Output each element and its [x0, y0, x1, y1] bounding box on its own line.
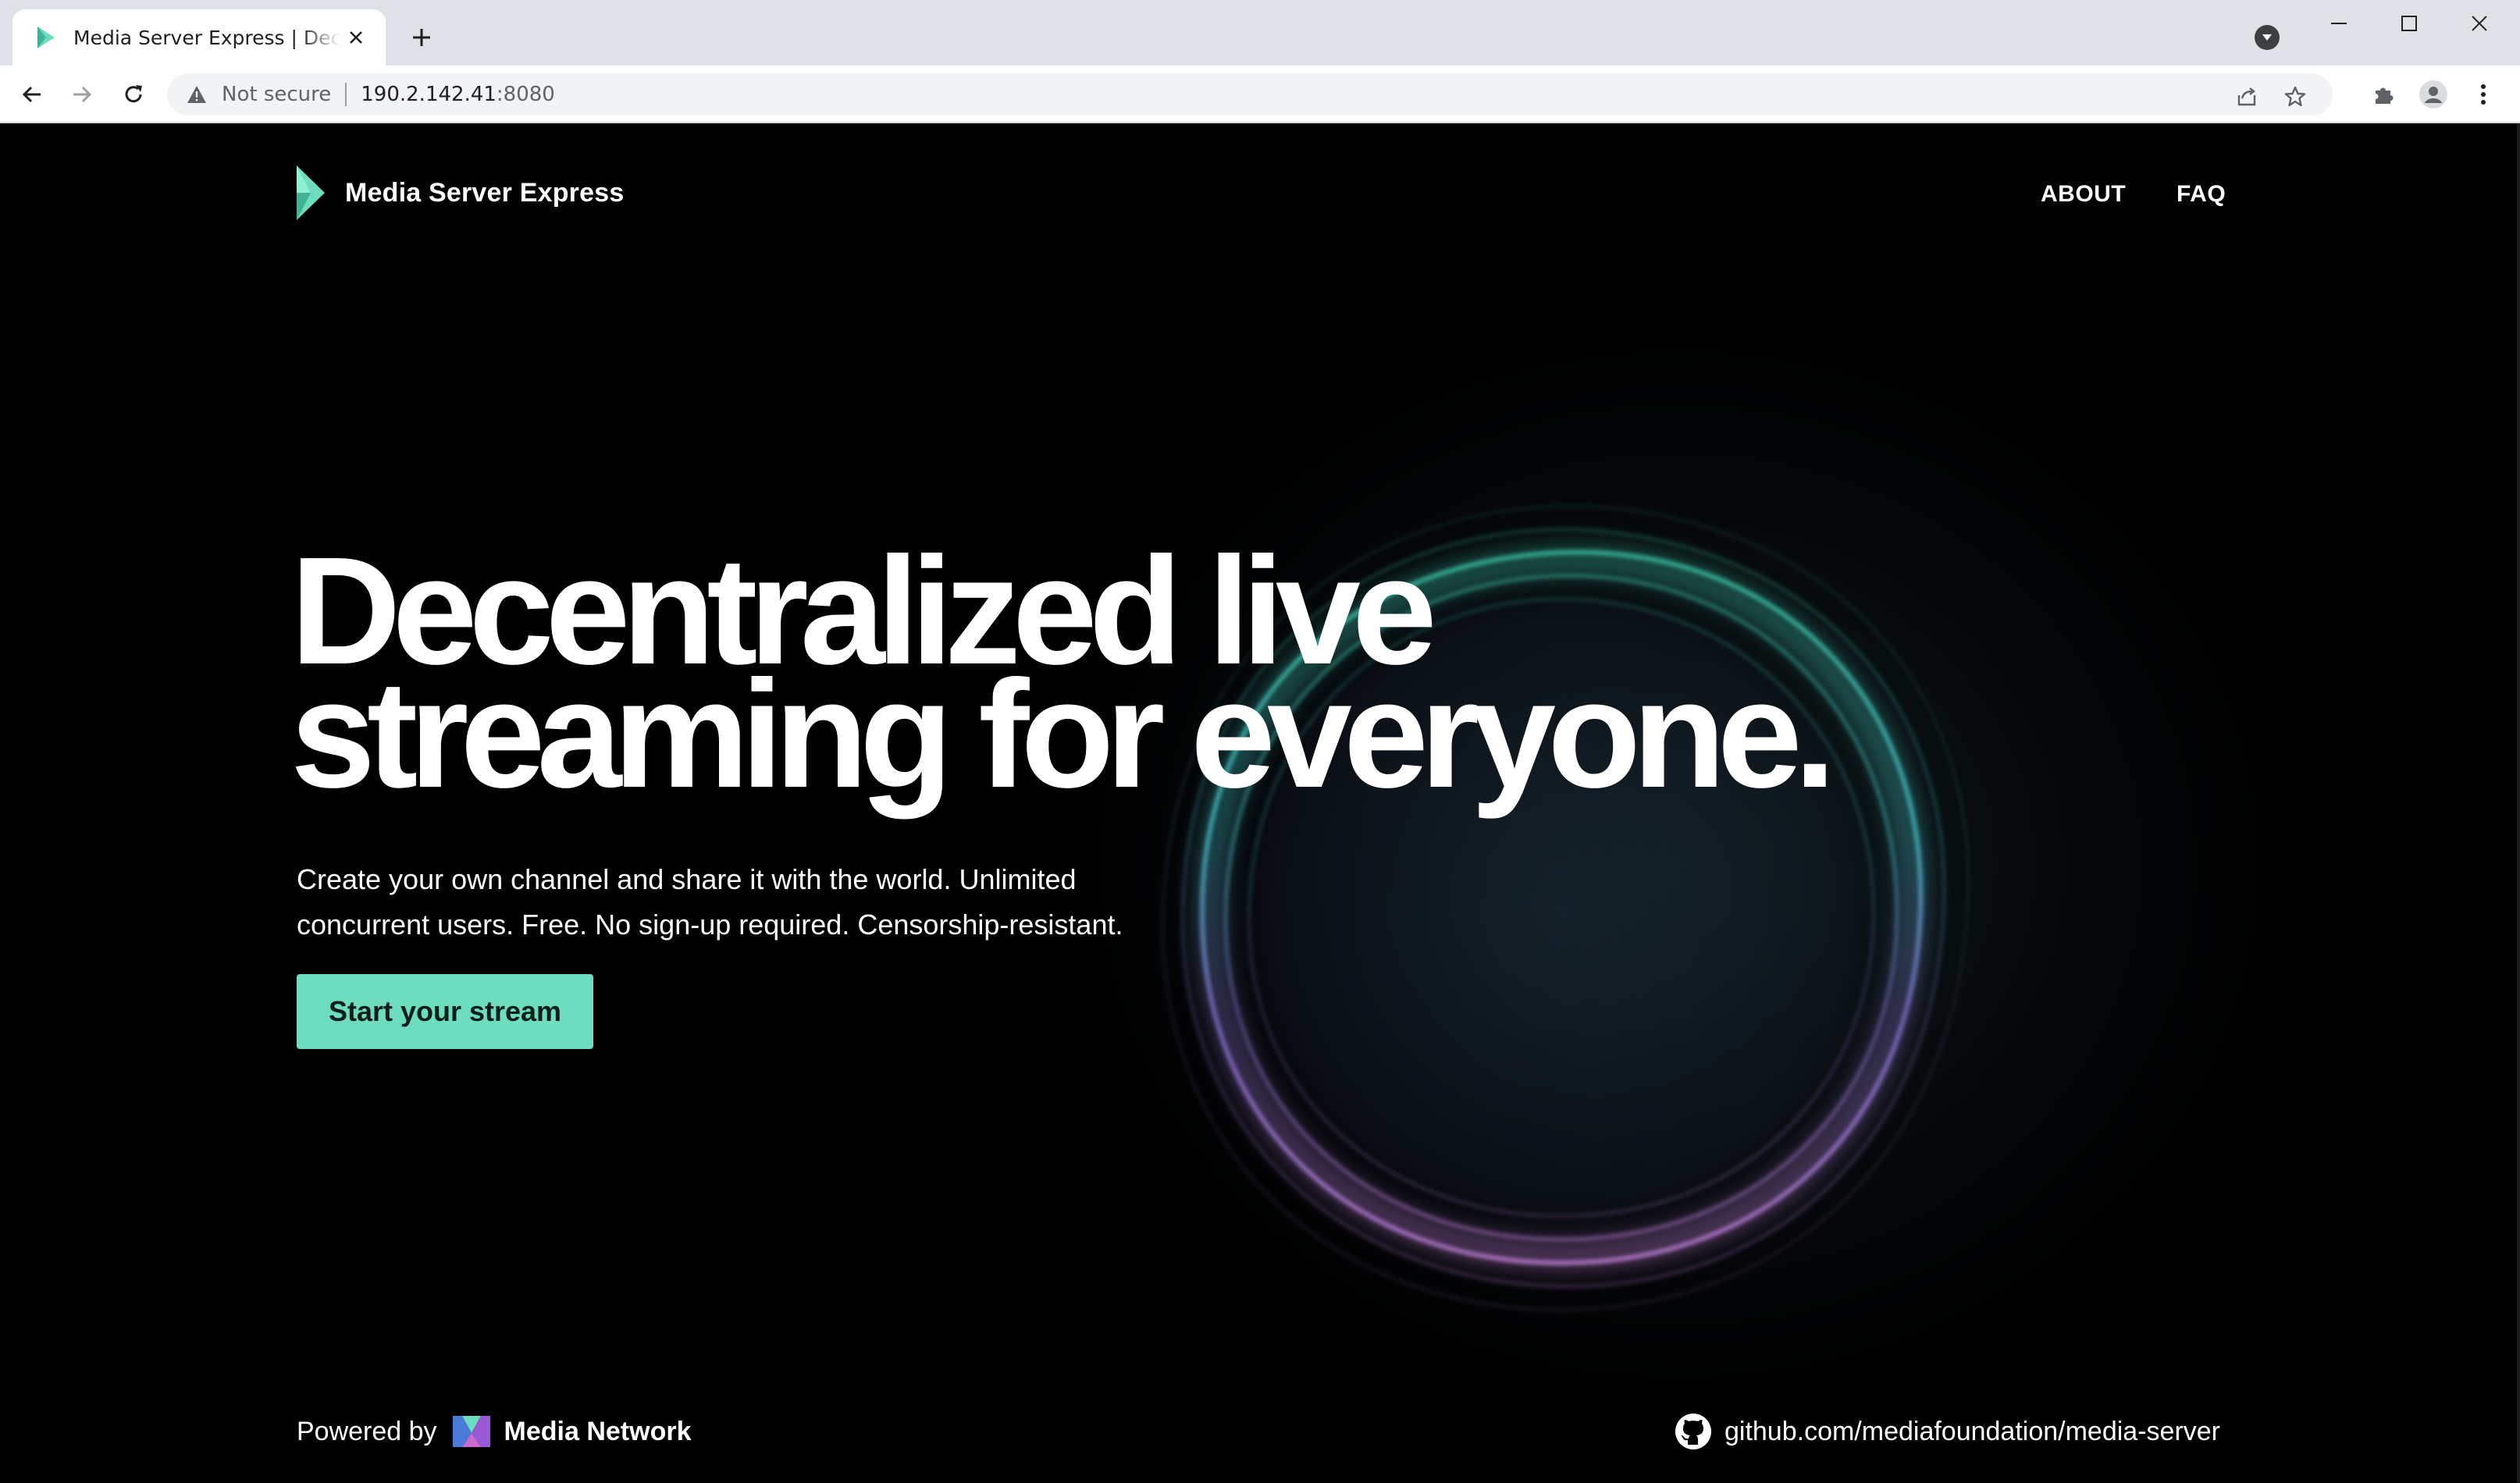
- share-icon[interactable]: [2230, 80, 2264, 114]
- browser-tab-strip: Media Server Express | Decentralized liv…: [0, 0, 2520, 66]
- extensions-icon[interactable]: [2365, 76, 2401, 112]
- powered-by-label: Powered by: [297, 1416, 437, 1446]
- menu-icon[interactable]: [2465, 76, 2501, 112]
- security-label[interactable]: Not secure: [222, 83, 331, 106]
- hero-subtitle-line-1: Create your own channel and share it wit…: [297, 863, 1077, 895]
- web-page: Media Server Express ABOUT FAQ Decentral…: [0, 123, 2520, 1483]
- reload-icon[interactable]: [116, 76, 151, 112]
- url-host: 190.2.142.41: [361, 83, 497, 106]
- url-text[interactable]: 190.2.142.41:8080: [361, 83, 555, 106]
- brand-name: Media Server Express: [345, 177, 625, 208]
- browser-tab[interactable]: Media Server Express | Decentralized liv…: [12, 9, 386, 66]
- tab-search-icon[interactable]: [2255, 25, 2280, 50]
- hero-subtitle-line-2: concurrent users. Free. No sign-up requi…: [297, 909, 1123, 941]
- hero-title: Decentralized live streaming for everyon…: [290, 535, 1852, 820]
- media-network-link[interactable]: Media Network: [504, 1417, 692, 1447]
- site-favicon-icon: [37, 27, 55, 48]
- media-network-logo-icon[interactable]: [451, 1413, 492, 1450]
- maximize-icon[interactable]: [2378, 0, 2440, 47]
- url-port: :8080: [496, 83, 555, 106]
- nav-faq-link[interactable]: FAQ: [2177, 181, 2226, 208]
- hero-title-line-2: streaming for everyone.: [290, 649, 1836, 820]
- github-link-text: github.com/mediafoundation/media-server: [1724, 1416, 2220, 1446]
- start-stream-button[interactable]: Start your stream: [297, 974, 593, 1049]
- page-edge: [2517, 123, 2520, 1483]
- warning-icon[interactable]: [186, 84, 208, 105]
- star-icon[interactable]: [2278, 80, 2312, 114]
- new-tab-icon[interactable]: [403, 19, 440, 56]
- github-icon: [1675, 1414, 1711, 1449]
- nav-about-link[interactable]: ABOUT: [2041, 181, 2126, 208]
- back-icon[interactable]: [14, 76, 50, 112]
- browser-toolbar: Not secure 190.2.142.41:8080: [0, 66, 2520, 123]
- hero-subtitle: Create your own channel and share it wit…: [297, 857, 1233, 948]
- close-tab-icon[interactable]: [340, 22, 372, 53]
- brand-logo-link[interactable]: Media Server Express: [295, 164, 624, 222]
- powered-by: Powered by Media Network: [297, 1408, 692, 1455]
- forward-icon[interactable]: [64, 76, 100, 112]
- close-window-icon[interactable]: [2448, 0, 2511, 47]
- github-link[interactable]: github.com/mediafoundation/media-server: [1675, 1408, 2220, 1455]
- profile-icon[interactable]: [2415, 76, 2451, 112]
- omnibox-divider: [345, 83, 347, 106]
- particle-orb-illustration: [1162, 505, 1969, 1311]
- address-bar[interactable]: Not secure 190.2.142.41:8080: [167, 73, 2333, 116]
- tab-title: Media Server Express | Decentralized liv…: [73, 26, 340, 49]
- minimize-icon[interactable]: [2308, 0, 2370, 47]
- brand-logo-icon: [297, 165, 325, 220]
